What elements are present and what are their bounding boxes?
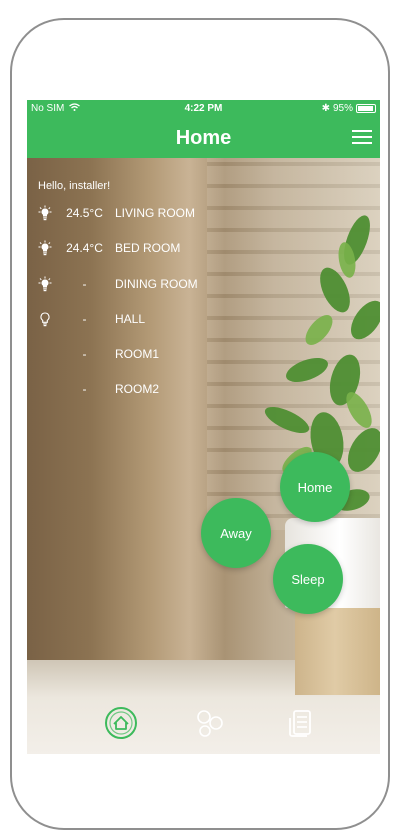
room-name: ROOM2 [115,382,160,396]
room-temperature: - [82,347,87,361]
room-row-dining-room[interactable]: - DINING ROOM [27,276,267,294]
status-right-group: ✱ 95% [322,103,376,114]
nav-bar: Home [27,118,380,158]
tab-home[interactable] [104,706,138,740]
room-row-room1[interactable]: - ROOM1 [27,346,267,364]
home-mode-button[interactable]: Home [280,452,350,522]
sleep-mode-button[interactable]: Sleep [273,544,343,614]
page-title: Home [175,127,232,149]
room-temperature: - [82,312,87,326]
room-row-living-room[interactable]: 24.5°C LIVING ROOM [27,205,267,223]
tab-reports[interactable] [283,706,317,740]
circles-icon [197,710,223,737]
light-on-icon [38,276,52,292]
room-name: LIVING ROOM [115,206,196,220]
room-name: HALL [115,312,146,326]
tab-scenes[interactable] [193,706,227,740]
away-mode-button[interactable]: Away [201,498,271,568]
hamburger-menu-icon[interactable] [352,130,372,146]
room-name: ROOM1 [115,347,160,361]
battery-percent: 95% [332,103,353,114]
room-row-hall[interactable]: - HALL [27,311,267,329]
light-on-icon [38,205,52,221]
room-name: DINING ROOM [115,277,198,291]
light-off-icon [40,312,50,327]
room-row-bed-room[interactable]: 24.4°C BED ROOM [27,240,267,258]
room-temperature: - [82,277,87,291]
room-temperature: - [82,382,87,396]
home-icon [105,707,137,739]
status-bar: No SIM 4:22 PM ✱ 95% [27,100,380,118]
room-name: BED ROOM [115,241,181,255]
room-row-room2[interactable]: - ROOM2 [27,381,267,399]
document-list-icon [289,710,311,737]
light-on-icon [38,240,52,256]
room-temperature: 24.5°C [66,206,103,220]
tab-bar [27,698,380,754]
room-temperature: 24.4°C [66,241,103,255]
app-screen: No SIM 4:22 PM ✱ 95% Home Hello, install… [27,100,380,754]
bluetooth-icon: ✱ [321,103,330,114]
greeting-text: Hello, installer! [38,180,111,192]
battery-icon [356,104,376,113]
